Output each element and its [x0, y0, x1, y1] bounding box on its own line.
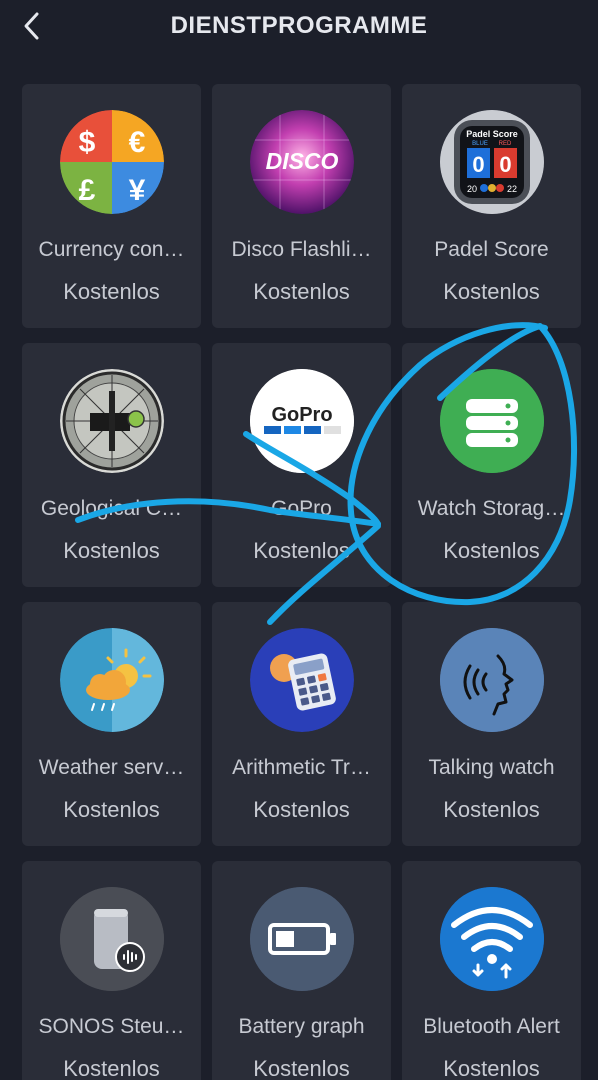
app-price: Kostenlos: [443, 797, 540, 822]
currency-icon: $ € £ ¥: [60, 110, 164, 214]
app-name: Geological C…: [40, 497, 183, 520]
app-price: Kostenlos: [253, 538, 350, 563]
app-card-padel-score[interactable]: Padel Score BLUE RED 0 0 20 22 Padel Sco…: [402, 84, 581, 328]
app-price: Kostenlos: [253, 797, 350, 822]
app-name: Weather serv…: [38, 756, 185, 779]
app-card-talking-watch[interactable]: Talking watch Kostenlos: [402, 602, 581, 846]
app-name: Padel Score: [434, 238, 549, 261]
app-price: Kostenlos: [253, 279, 350, 304]
app-name: Watch Storag…: [417, 497, 566, 520]
app-card-sonos[interactable]: SONOS Steu… Kostenlos: [22, 861, 201, 1080]
app-card-currency[interactable]: $ € £ ¥ Currency con… Kostenlos: [22, 84, 201, 328]
app-price: Kostenlos: [253, 1056, 350, 1080]
svg-text:DISCO: DISCO: [266, 148, 339, 174]
app-price: Kostenlos: [63, 279, 160, 304]
app-name: Currency con…: [38, 238, 185, 261]
battery-icon: [250, 887, 354, 991]
page-title: DIENSTPROGRAMME: [170, 12, 428, 39]
app-screen: DIENSTPROGRAMME $ € £ ¥ Currency con… Ko…: [0, 0, 598, 1080]
padel-score-icon: Padel Score BLUE RED 0 0 20 22: [440, 110, 544, 214]
app-price: Kostenlos: [63, 538, 160, 563]
app-grid: $ € £ ¥ Currency con… Kostenlos DISCO Di…: [22, 84, 581, 1080]
app-price: Kostenlos: [63, 1056, 160, 1080]
app-name: Talking watch: [428, 756, 555, 779]
app-card-bluetooth-alert[interactable]: Bluetooth Alert Kostenlos: [402, 861, 581, 1080]
app-price: Kostenlos: [443, 279, 540, 304]
app-name: GoPro: [271, 497, 332, 520]
app-price: Kostenlos: [443, 538, 540, 563]
app-card-geological-compass[interactable]: Geological C… Kostenlos: [22, 343, 201, 587]
calculator-icon: [250, 628, 354, 732]
svg-text:RED: RED: [499, 141, 512, 147]
header: DIENSTPROGRAMME: [0, 0, 598, 60]
app-name: Battery graph: [238, 1015, 365, 1038]
svg-text:Padel Score: Padel Score: [466, 129, 518, 139]
svg-text:GoPro: GoPro: [271, 404, 332, 426]
database-icon: [440, 369, 544, 473]
speaking-head-icon: [440, 628, 544, 732]
app-card-watch-storage[interactable]: Watch Storag… Kostenlos: [402, 343, 581, 587]
svg-text:0: 0: [499, 152, 511, 177]
app-name: Bluetooth Alert: [423, 1015, 560, 1038]
bluetooth-alert-icon: [440, 887, 544, 991]
svg-text:¥: ¥: [129, 174, 146, 207]
app-name: Disco Flashli…: [231, 238, 372, 261]
app-card-gopro[interactable]: GoPro GoPro Kostenlos: [212, 343, 391, 587]
svg-text:$: $: [79, 126, 96, 159]
speaker-icon: [60, 887, 164, 991]
app-card-weather-service[interactable]: Weather serv… Kostenlos: [22, 602, 201, 846]
app-card-battery-graph[interactable]: Battery graph Kostenlos: [212, 861, 391, 1080]
app-price: Kostenlos: [443, 1056, 540, 1080]
svg-text:22: 22: [507, 184, 517, 194]
app-name: SONOS Steu…: [38, 1015, 185, 1038]
disco-icon: DISCO: [250, 110, 354, 214]
gopro-icon: GoPro: [250, 369, 354, 473]
svg-text:£: £: [79, 174, 96, 207]
svg-text:€: €: [129, 126, 146, 159]
weather-icon: [60, 628, 164, 732]
svg-text:0: 0: [472, 152, 484, 177]
compass-icon: [60, 369, 164, 473]
app-card-disco[interactable]: DISCO Disco Flashli… Kostenlos: [212, 84, 391, 328]
app-card-arithmetic-trainer[interactable]: Arithmetic Tr… Kostenlos: [212, 602, 391, 846]
app-name: Arithmetic Tr…: [232, 756, 371, 779]
svg-text:20: 20: [467, 184, 477, 194]
svg-text:BLUE: BLUE: [472, 141, 488, 147]
app-price: Kostenlos: [63, 797, 160, 822]
